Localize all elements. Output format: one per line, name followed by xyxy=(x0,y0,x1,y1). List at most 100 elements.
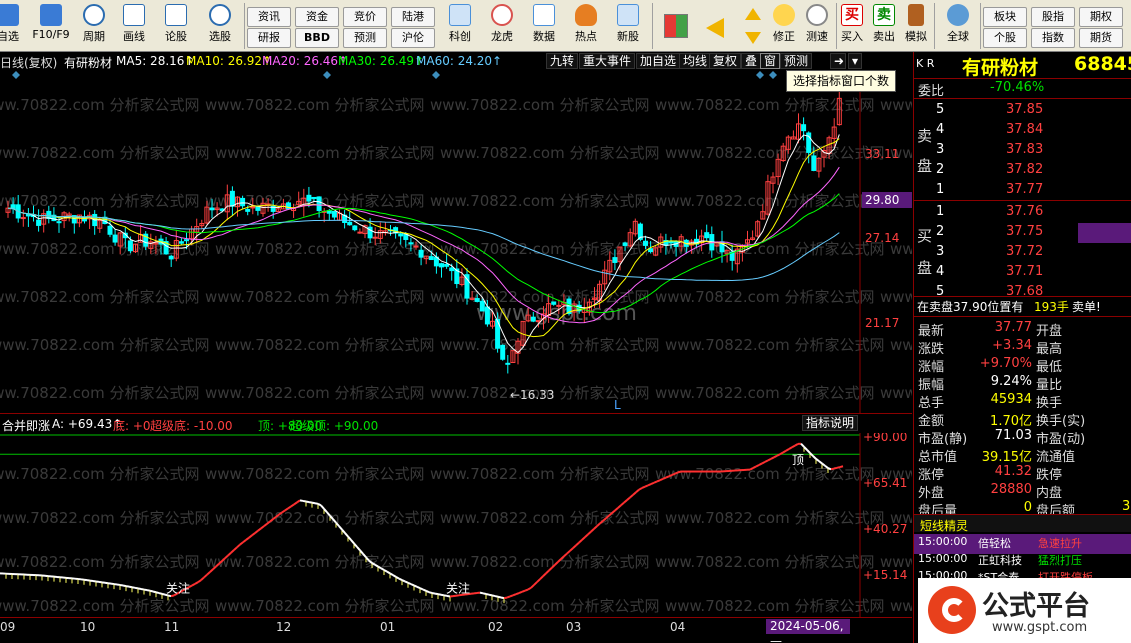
stat-row[interactable]: 涨跌 +3.34 最高 xyxy=(914,337,1131,357)
toolbar-global-button[interactable]: 全球 xyxy=(938,4,978,50)
stat-row[interactable]: 振幅 9.24% 量比 xyxy=(914,373,1131,393)
ask-level-row[interactable]: 2 37.82 xyxy=(914,161,1131,181)
indicator-chart[interactable]: www.70822.com 分析家公式网 www.70822.com 分析家公式网… xyxy=(0,433,912,617)
up-arrow-icon[interactable] xyxy=(745,8,761,20)
fund-button[interactable]: 资金 xyxy=(295,7,339,27)
arrow-right-icon[interactable]: ➜ xyxy=(830,53,846,69)
ask-level-row[interactable]: 5 37.85 xyxy=(914,101,1131,121)
ask-level-row[interactable]: 4 37.84 xyxy=(914,121,1131,141)
indicator-line-segment xyxy=(497,595,502,599)
individual-stock-button[interactable]: 个股 xyxy=(983,28,1027,48)
indicator-line-segment xyxy=(317,502,322,507)
toolbar-select-button[interactable]: 选股 xyxy=(200,4,240,50)
toolbar-data-button[interactable]: 数据 xyxy=(524,4,564,50)
clock-icon xyxy=(83,4,105,26)
grid-layout-icon[interactable] xyxy=(664,14,688,38)
futures-button[interactable]: 期货 xyxy=(1079,28,1123,48)
toolbar-f10-button[interactable]: F10/F9 xyxy=(28,4,74,50)
candlestick-chart[interactable]: www.70822.com 分析家公式网 www.70822.com 分析家公式网… xyxy=(0,70,912,413)
stat-row[interactable]: 金额 1.70亿 换手(实) xyxy=(914,409,1131,429)
indicator-line-segment xyxy=(257,527,262,532)
stat-row[interactable]: 总手 45934 换手 xyxy=(914,391,1131,411)
indicator-line-segment xyxy=(836,466,841,469)
candle-body xyxy=(556,304,562,307)
indicator-line-segment xyxy=(569,547,574,552)
indicator-line-segment xyxy=(146,589,151,592)
candle-body xyxy=(648,248,654,253)
stat-row[interactable]: 市盈(静) 71.03 市盈(动) xyxy=(914,427,1131,447)
auction-button[interactable]: 竞价 xyxy=(343,7,387,27)
toolbar-hotspot-button[interactable]: 热点 xyxy=(566,4,606,50)
indicator-super-bottom-label: 超级底: -10.00 xyxy=(150,419,233,433)
toolbar-draw-button[interactable]: 画线 xyxy=(114,4,154,50)
candle-body xyxy=(311,196,317,199)
indicator-line-segment xyxy=(242,539,247,544)
watermark-text: www.70822.com 分析家公式网 xyxy=(0,509,210,527)
news-button[interactable]: 资讯 xyxy=(247,7,291,27)
ask-level-row[interactable]: 3 37.83 xyxy=(914,141,1131,161)
bid-level-row[interactable]: 3 37.72 xyxy=(914,243,1131,263)
window-count-button[interactable]: 窗 xyxy=(760,53,781,69)
watermark-text: www.70822.com 分析家公式网 xyxy=(0,192,200,210)
stock-index-button[interactable]: 股指 xyxy=(1031,7,1075,27)
stat-row[interactable]: 涨幅 +9.70% 最低 xyxy=(914,355,1131,375)
chevron-down-icon[interactable]: ▾ xyxy=(848,53,862,69)
stat-row[interactable]: 最新 37.77 开盘 xyxy=(914,319,1131,339)
indicator-line-segment xyxy=(665,475,670,479)
indicator-line-segment xyxy=(641,485,646,489)
back-arrow-icon[interactable] xyxy=(706,18,724,38)
ask-level-row[interactable]: 1 37.77 xyxy=(914,181,1131,201)
indicator-line-segment xyxy=(812,455,817,460)
toolbar-period-button[interactable]: 周期 xyxy=(74,4,114,50)
pencil-icon xyxy=(123,4,145,26)
toolbar-simulate-button[interactable]: 模拟 xyxy=(896,4,936,50)
nine-turn-button[interactable]: 九转 xyxy=(546,53,579,69)
indicator-line-segment xyxy=(407,581,412,586)
globe-icon xyxy=(947,4,969,26)
toolbar-favorites-button[interactable]: 自选 xyxy=(0,4,28,50)
indicator-line-segment xyxy=(752,465,757,469)
indicator-line-segment xyxy=(653,480,658,484)
sector-button[interactable]: 板块 xyxy=(983,7,1027,27)
focus-annotation: 关注 xyxy=(166,581,190,596)
watermark-text: www.70822.com 分析家公式网 xyxy=(430,465,650,483)
stat-row[interactable]: 外盘 28880 内盘 xyxy=(914,481,1131,501)
candle-body xyxy=(500,344,506,360)
overlay-button[interactable]: 叠 xyxy=(741,53,762,69)
add-favorite-button[interactable]: 加自选 xyxy=(636,53,681,69)
bid-level-row[interactable]: 4 37.71 xyxy=(914,263,1131,283)
event-diamond-icon xyxy=(12,71,20,79)
indicator-line-segment xyxy=(197,579,202,584)
forecast-button[interactable]: 预测 xyxy=(343,28,387,48)
adjust-button[interactable]: 复权 xyxy=(709,53,742,69)
down-arrow-icon[interactable] xyxy=(745,32,761,44)
research-button[interactable]: 研报 xyxy=(247,28,291,48)
candle-body xyxy=(505,362,511,365)
indicator-line-segment xyxy=(203,573,208,579)
stat-row[interactable]: 总市值 39.15亿 流通值 xyxy=(914,445,1131,465)
toolbar-star-market-button[interactable]: 科创 xyxy=(440,4,480,50)
forecast-chart-button[interactable]: 预测 xyxy=(780,53,813,69)
gauge-icon xyxy=(209,4,231,26)
bbd-button[interactable]: BBD xyxy=(295,28,339,48)
chart-header: 日线(复权) 有研粉材 MA5: 28.16↑ MA10: 26.92↑ MA2… xyxy=(0,52,912,70)
indicator-explain-button[interactable]: 指标说明 xyxy=(802,415,859,431)
toolbar-ipo-button[interactable]: 新股 xyxy=(608,4,648,50)
index-button[interactable]: 指数 xyxy=(1031,28,1075,48)
toolbar-speed-button[interactable]: 测速 xyxy=(797,4,837,50)
toolbar-dragon-tiger-button[interactable]: 龙虎 xyxy=(482,4,522,50)
ma-button[interactable]: 均线 xyxy=(679,53,712,69)
toolbar-discuss-button[interactable]: 论股 xyxy=(156,4,196,50)
indicator-axis-label: +65.41 xyxy=(863,476,907,490)
bid-level-row[interactable]: 1 37.76 xyxy=(914,203,1131,223)
stat-row[interactable]: 涨停 41.32 跌停 xyxy=(914,463,1131,483)
bid-level-row[interactable]: 2 37.75 xyxy=(914,223,1131,243)
candle-body xyxy=(413,245,419,248)
hk-connect-button[interactable]: 陆港 xyxy=(391,7,435,27)
candle-body xyxy=(316,196,322,212)
candle-body xyxy=(643,240,648,246)
shanghai-london-button[interactable]: 沪伦 xyxy=(391,28,435,48)
indicator-line-segment xyxy=(536,578,541,583)
major-events-button[interactable]: 重大事件 xyxy=(579,53,636,69)
options-button[interactable]: 期权 xyxy=(1079,7,1123,27)
